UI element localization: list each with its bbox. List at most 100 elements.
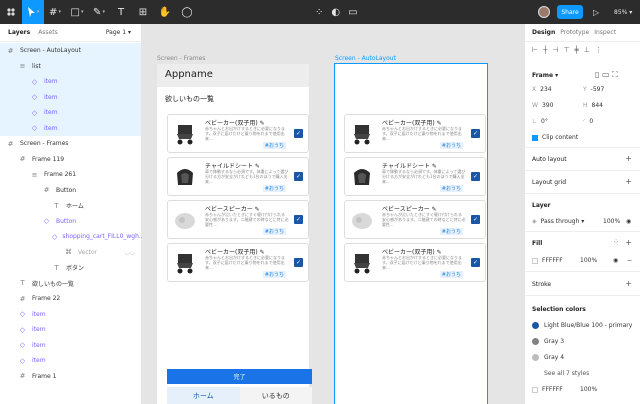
text-tool-icon[interactable]: T [110, 0, 132, 24]
screen-autolayout[interactable]: ベビーカー(双子用) ✎ 赤ちゃんとお出かけするときに必要になります。双子に届け… [334, 63, 488, 404]
layer-row[interactable]: ◇ item [0, 74, 141, 90]
h-field[interactable]: H 844 [583, 102, 603, 109]
checkbox-checked-icon[interactable]: ✓ [471, 129, 480, 138]
layer-row[interactable]: ◇ item [0, 105, 141, 121]
frame-label-frames[interactable]: Screen - Frames [157, 55, 205, 62]
layer-row[interactable]: # Frame 22 [0, 291, 141, 307]
selection-color-row[interactable]: Gray 3 [532, 338, 564, 345]
layer-row[interactable]: # Screen - Frames [0, 136, 141, 152]
shape-tool-icon[interactable]: □ ▾ [66, 0, 88, 24]
align-top-icon[interactable]: ⊤ [563, 46, 574, 54]
avatar[interactable] [538, 6, 550, 18]
boolean-icon[interactable]: ▭ [348, 7, 357, 18]
resources-icon[interactable]: ⊞ [132, 0, 154, 24]
frame-type-dropdown[interactable]: Frame ▾ [532, 72, 558, 79]
layer-row[interactable]: ◇ Button [0, 214, 141, 230]
move-tool-icon[interactable]: ▾ [22, 0, 44, 24]
add-layout-grid-icon[interactable]: + [625, 177, 632, 186]
mask-icon[interactable]: ◐ [331, 7, 340, 18]
checkbox-checked-icon[interactable]: ✓ [294, 215, 303, 224]
checkbox-checked-icon[interactable]: ✓ [471, 258, 480, 267]
tab-design[interactable]: Design [532, 29, 555, 36]
rotation-field[interactable]: ∟ 0° [532, 118, 548, 125]
list-item[interactable]: ベビーカー(双子用) ✎ 赤ちゃんとお出かけするときに必要になります。双子に届け… [167, 243, 309, 282]
selection-fill-swatch[interactable] [532, 386, 538, 393]
present-play-icon[interactable]: ▷ [593, 0, 599, 24]
selection-fill-opacity[interactable]: 100% [580, 386, 597, 393]
fill-visibility-icon[interactable]: ◉ [613, 257, 618, 264]
layer-row[interactable]: T ボタン [0, 260, 141, 276]
frame-label-autolayout[interactable]: Screen - AutoLayout [335, 55, 396, 62]
fill-swatch[interactable] [532, 257, 538, 264]
fill-styles-icon[interactable]: ⁘ [613, 238, 619, 246]
components-icon[interactable]: ⁘ [315, 7, 323, 18]
tab-prototype[interactable]: Prototype [560, 29, 589, 36]
layer-row[interactable]: # Frame 119 [0, 152, 141, 168]
w-field[interactable]: W 390 [532, 102, 553, 109]
main-menu-icon[interactable] [0, 0, 22, 24]
fill-opacity-field[interactable]: 100% [580, 257, 597, 264]
layer-row[interactable]: # Screen - AutoLayout [0, 43, 141, 59]
checkbox-checked-icon[interactable]: ✓ [294, 172, 303, 181]
tab-home[interactable]: ホーム [167, 387, 240, 404]
layer-row[interactable]: ◇ item [0, 307, 141, 323]
selection-fill-field[interactable]: FFFFFF [532, 386, 563, 393]
tab-inspect[interactable]: Inspect [594, 29, 616, 36]
layer-row[interactable]: ◇ item [0, 120, 141, 136]
layer-row[interactable]: ◇ item [0, 338, 141, 354]
distribute-icon[interactable]: ⋮ [595, 46, 607, 54]
add-fill-icon[interactable]: + [625, 238, 632, 247]
clip-content-checkbox[interactable]: Clip content [532, 134, 578, 141]
x-field[interactable]: X 234 [532, 86, 552, 93]
layer-row[interactable]: ⌘ Vector ◡◡ [0, 245, 141, 261]
checkbox-checked-icon[interactable]: ✓ [294, 258, 303, 267]
y-field[interactable]: Y -597 [583, 86, 604, 93]
align-left-icon[interactable]: ⊢ [532, 46, 543, 54]
list-item[interactable]: ベビースピーカー ✎ 赤ちゃんが泣いたときにすぐ駆け付けられる安心感があります。… [167, 200, 309, 239]
blend-mode-dropdown[interactable]: ◈ Pass through ▾ [532, 218, 584, 225]
layer-row[interactable]: ≡ Frame 261 [0, 167, 141, 183]
layer-row[interactable]: ◇ item [0, 353, 141, 369]
comment-tool-icon[interactable]: ◯ [176, 0, 198, 24]
add-auto-layout-icon[interactable]: + [625, 154, 632, 163]
pen-tool-icon[interactable]: ✎ ▾ [88, 0, 110, 24]
fill-color-field[interactable]: FFFFFF [532, 257, 563, 264]
visibility-eye-icon[interactable]: ◉ [626, 218, 631, 225]
hand-tool-icon[interactable]: ✋ [154, 0, 176, 24]
tab-assets[interactable]: Assets [38, 29, 58, 36]
hidden-icon[interactable]: ◡◡ [125, 249, 135, 256]
canvas[interactable]: Screen - Frames Screen - AutoLayout Appn… [142, 24, 524, 404]
selection-color-row[interactable]: Gray 4 [532, 354, 564, 361]
align-right-icon[interactable]: ⊣ [552, 46, 563, 54]
zoom-dropdown[interactable]: 85% ▾ [614, 0, 632, 24]
selection-color-row[interactable]: Light Blue/Blue 100 - primary [532, 322, 632, 329]
share-button[interactable]: Share [557, 5, 583, 19]
remove-fill-icon[interactable]: − [627, 257, 632, 264]
see-all-styles-link[interactable]: See all 7 styles [544, 370, 589, 377]
screen-frames[interactable]: Appname 欲しいもの一覧 ベビーカー(双子用) ✎ 赤ちゃんとお出かけする… [157, 64, 312, 404]
checkbox-checked-icon[interactable]: ✓ [471, 172, 480, 181]
radius-field[interactable]: ◜ 0 [583, 118, 593, 125]
list-item[interactable]: ベビーカー(双子用) ✎ 赤ちゃんとお出かけするときに必要になります。双子に届け… [167, 114, 309, 153]
layer-row[interactable]: T 欲しいもの一覧 [0, 276, 141, 292]
align-center-icon[interactable]: ┼ [543, 46, 552, 54]
layer-row[interactable]: ◇ shopping_cart_FILL0_wgh... [0, 229, 145, 245]
list-item[interactable]: ベビースピーカー ✎ 赤ちゃんが泣いたときにすぐ駆け付けられる安心感があります。… [344, 200, 486, 239]
complete-button[interactable]: 完了 [167, 369, 312, 384]
add-stroke-icon[interactable]: + [625, 279, 632, 288]
page-selector[interactable]: Page 1 ▾ [106, 29, 131, 36]
layer-row[interactable]: T ホーム [0, 198, 141, 214]
align-middle-icon[interactable]: ╪ [575, 46, 584, 54]
frame-tool-icon[interactable]: # ▾ [44, 0, 66, 24]
layer-opacity-field[interactable]: 100% [603, 218, 620, 225]
layer-row[interactable]: ◇ item [0, 89, 141, 105]
device-orientation-icons[interactable]: ▯ ▭ ⛶ [595, 70, 618, 80]
checkbox-checked-icon[interactable]: ✓ [294, 129, 303, 138]
align-bottom-icon[interactable]: ⊥ [584, 46, 595, 54]
list-item[interactable]: ベビーカー(双子用) ✎ 赤ちゃんとお出かけするときに必要になります。双子に届け… [344, 243, 486, 282]
layer-row[interactable]: # Frame 1 [0, 369, 141, 385]
layer-row[interactable]: # Button [0, 183, 141, 199]
tab-want[interactable]: いるもの [239, 387, 312, 404]
list-item[interactable]: チャイルドシート ✎ 車で移動するなら必須です。体重によって選び分ける方が安全が… [167, 157, 309, 196]
list-item[interactable]: ベビーカー(双子用) ✎ 赤ちゃんとお出かけするときに必要になります。双子に届け… [344, 114, 486, 153]
